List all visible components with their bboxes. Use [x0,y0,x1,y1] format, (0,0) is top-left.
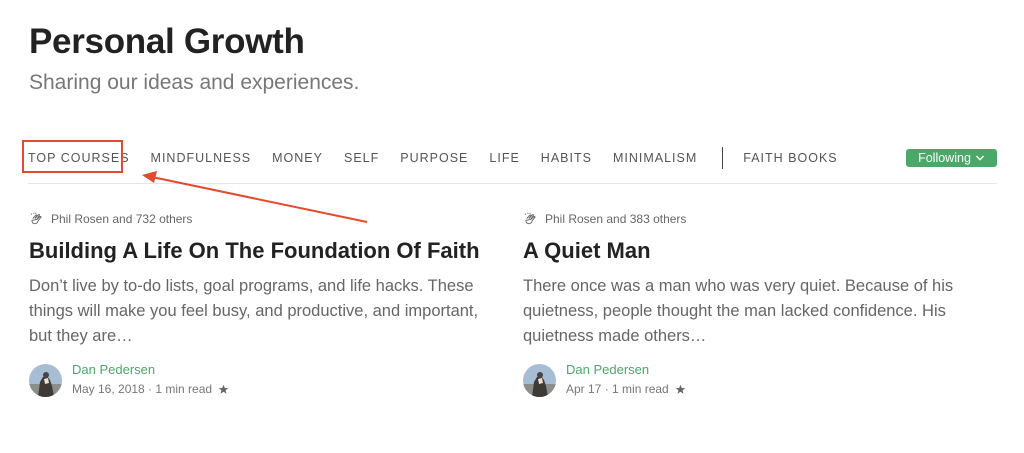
avatar[interactable] [523,364,556,397]
nav-item-life[interactable]: LIFE [489,151,519,165]
article-excerpt[interactable]: Don’t live by to-do lists, goal programs… [29,274,494,349]
avatar[interactable] [29,364,62,397]
star-icon[interactable] [675,384,686,395]
nav-separator [722,147,724,169]
nav-divider [28,183,997,184]
article-title[interactable]: Building A Life On The Foundation Of Fai… [29,237,499,265]
clap-icon [524,212,536,224]
author-name[interactable]: Dan Pedersen [72,361,229,379]
nav-item-minimalism[interactable]: MINIMALISM [613,151,697,165]
author-name[interactable]: Dan Pedersen [566,361,686,379]
nav-item-self[interactable]: SELF [344,151,379,165]
publication-subtitle: Sharing our ideas and experiences. [29,71,360,94]
author-block: Dan Pedersen Apr 17 · 1 min read [523,361,686,399]
clap-summary: Phil Rosen and 732 others [29,209,499,229]
clap-icon [30,212,42,224]
clap-summary: Phil Rosen and 383 others [523,209,993,229]
nav-item-habits[interactable]: HABITS [541,151,592,165]
topic-nav: TOP COURSES MINDFULNESS MONEY SELF PURPO… [28,147,859,169]
nav-item-mindfulness[interactable]: MINDFULNESS [151,151,252,165]
article-meta: May 16, 2018 · 1 min read [72,379,229,399]
article-card[interactable]: Phil Rosen and 732 others Building A Lif… [29,209,499,397]
publication-title: Personal Growth [29,22,305,61]
following-label: Following [918,151,971,165]
article-title[interactable]: A Quiet Man [523,237,993,265]
article-date-readtime: May 16, 2018 · 1 min read [72,382,213,396]
article-card[interactable]: Phil Rosen and 383 others A Quiet Man Th… [523,209,993,397]
clap-text: Phil Rosen and 732 others [51,212,193,226]
chevron-down-icon [975,155,984,161]
star-icon[interactable] [218,384,229,395]
clap-text: Phil Rosen and 383 others [545,212,687,226]
author-block: Dan Pedersen May 16, 2018 · 1 min read [29,361,229,399]
nav-item-faith-books[interactable]: FAITH BOOKS [743,151,837,165]
following-button[interactable]: Following [906,149,997,167]
nav-item-purpose[interactable]: PURPOSE [400,151,468,165]
highlight-annotation-box [22,140,123,173]
article-excerpt[interactable]: There once was a man who was very quiet.… [523,274,988,349]
nav-item-money[interactable]: MONEY [272,151,323,165]
article-meta: Apr 17 · 1 min read [566,379,686,399]
article-date-readtime: Apr 17 · 1 min read [566,382,669,396]
